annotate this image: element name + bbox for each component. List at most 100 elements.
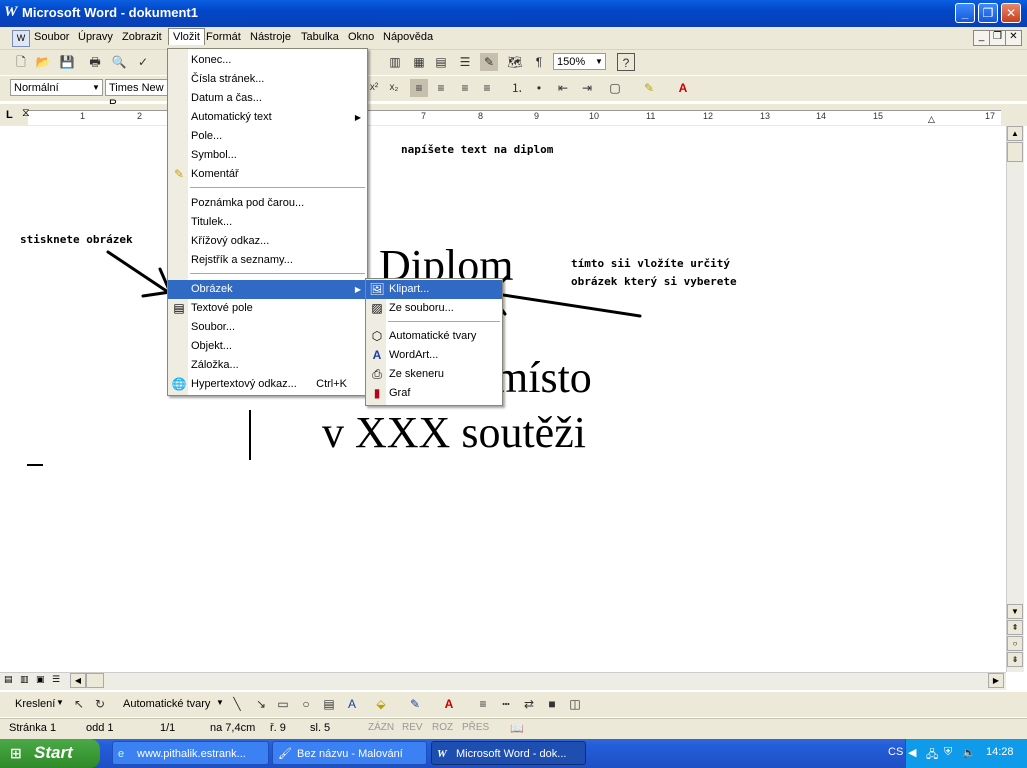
menu-item-from-file[interactable]: ▨ Ze souboru...	[366, 299, 502, 318]
task-paint[interactable]: 🖌 Bez názvu - Malování	[272, 741, 427, 765]
document-icon[interactable]: W	[12, 30, 30, 47]
menu-item-caption[interactable]: Titulek...	[168, 213, 367, 232]
scroll-down-icon[interactable]: ▼	[1007, 604, 1023, 619]
security-icon[interactable]: ⛨	[944, 746, 952, 759]
menu-item-date-time[interactable]: Datum a čas...	[168, 89, 367, 108]
hscroll-thumb[interactable]	[86, 673, 104, 688]
menu-item-scanner[interactable]: ⎙ Ze skeneru	[366, 365, 502, 384]
select-objects-icon[interactable]: ↖	[70, 695, 88, 713]
menu-nastroje[interactable]: Nástroje	[250, 31, 291, 43]
font-color-icon[interactable]: A	[674, 79, 692, 97]
highlight-icon[interactable]: ✎	[640, 79, 658, 97]
tray-collapse-icon[interactable]: ◀	[908, 746, 916, 759]
3d-icon[interactable]: ◫	[566, 695, 584, 713]
rectangle-icon[interactable]: ▭	[274, 695, 292, 713]
browse-object-icon[interactable]: ○	[1007, 636, 1023, 651]
menu-soubor[interactable]: Soubor	[34, 31, 69, 43]
right-indent-marker-icon[interactable]: △	[928, 114, 935, 125]
insert-table-icon[interactable]: ▦	[410, 53, 428, 71]
help-icon[interactable]: ?	[617, 53, 635, 71]
line-icon[interactable]: ╲	[228, 695, 246, 713]
wordart-icon[interactable]: A	[343, 695, 361, 713]
insert-excel-icon[interactable]: ▤	[432, 53, 450, 71]
print-icon[interactable]: 🖶	[86, 53, 104, 71]
style-select[interactable]: Normální ▼	[10, 79, 103, 96]
status-trk[interactable]: REV	[402, 722, 423, 733]
task-word[interactable]: W Microsoft Word - dok...	[431, 741, 586, 765]
increase-indent-icon[interactable]: ⇥	[578, 79, 596, 97]
vertical-scrollbar[interactable]: ▲ ▼ ⇞ ○ ⇟	[1006, 126, 1024, 672]
text-box-icon[interactable]: ▤	[320, 695, 338, 713]
spelling-icon[interactable]: ✓	[134, 53, 152, 71]
menu-napoveda[interactable]: Nápověda	[383, 31, 433, 43]
status-ext[interactable]: ROZ	[432, 722, 453, 733]
menu-item-autoshapes[interactable]: ⬡ Automatické tvary	[366, 327, 502, 346]
show-formatting-icon[interactable]: ¶	[530, 53, 548, 71]
menu-item-file[interactable]: Soubor...	[168, 318, 367, 337]
menu-item-picture[interactable]: Obrázek ▶	[168, 280, 367, 299]
horizontal-scrollbar[interactable]: ▤ ▥ ▣ ☰ ◀ ▶	[0, 672, 1006, 690]
print-layout-icon[interactable]: ▣	[36, 674, 45, 685]
menu-item-footnote[interactable]: Poznámka pod čarou...	[168, 194, 367, 213]
menu-item-index-tables[interactable]: Rejstřík a seznamy...	[168, 251, 367, 270]
outline-view-icon[interactable]: ☰	[52, 674, 60, 685]
clock[interactable]: 14:28	[986, 746, 1014, 758]
menu-item-break[interactable]: Konec...	[168, 51, 367, 70]
draw-menu-button[interactable]: Kreslení	[15, 698, 55, 710]
save-icon[interactable]: 💾	[58, 53, 76, 71]
status-ovr[interactable]: PŘES	[462, 722, 489, 733]
line-style-icon[interactable]: ≡	[474, 695, 492, 713]
language-indicator[interactable]: CS	[888, 746, 903, 758]
scroll-right-icon[interactable]: ▶	[988, 673, 1004, 688]
font-color-icon[interactable]: A	[440, 695, 458, 713]
scroll-up-icon[interactable]: ▲	[1007, 126, 1023, 141]
doc-close-button[interactable]: ✕	[1005, 30, 1022, 46]
menu-item-field[interactable]: Pole...	[168, 127, 367, 146]
horizontal-ruler[interactable]: L ⧖ 1 2 7 8 9 10 11 12 13 14 15 17 △	[0, 104, 1027, 126]
menu-item-object[interactable]: Objekt...	[168, 337, 367, 356]
menu-format[interactable]: Formát	[206, 31, 241, 43]
arrow-style-icon[interactable]: ⇄	[520, 695, 538, 713]
menu-item-cross-reference[interactable]: Křížový odkaz...	[168, 232, 367, 251]
open-folder-icon[interactable]: 📂	[34, 53, 52, 71]
decrease-indent-icon[interactable]: ⇤	[554, 79, 572, 97]
menu-item-autotext[interactable]: Automatický text ▶	[168, 108, 367, 127]
dash-style-icon[interactable]: ┅	[497, 695, 515, 713]
subscript-icon[interactable]: x₂	[385, 79, 403, 97]
doc-restore-button[interactable]: ❐	[989, 30, 1006, 46]
numbered-list-icon[interactable]: ⒈	[508, 79, 526, 97]
menu-tabulka[interactable]: Tabulka	[301, 31, 339, 43]
columns-icon[interactable]: ▥	[386, 53, 404, 71]
menu-item-clipart[interactable]: 🖼 Klipart...	[366, 280, 502, 299]
drawing-icon[interactable]: ✎	[480, 53, 498, 71]
menu-zobrazit[interactable]: Zobrazit	[122, 31, 162, 43]
align-center-icon[interactable]: ≡	[432, 79, 450, 97]
volume-icon[interactable]: 🔈	[962, 746, 976, 759]
status-rec[interactable]: ZÁZN	[368, 722, 394, 733]
network-icon[interactable]: 🖧	[926, 746, 938, 765]
close-button[interactable]: ✕	[1001, 3, 1021, 23]
menu-item-text-box[interactable]: ▤ Textové pole	[168, 299, 367, 318]
indent-marker-icon[interactable]: ⧖	[22, 107, 30, 120]
text-columns-icon[interactable]: ☰	[456, 53, 474, 71]
web-view-icon[interactable]: ▥	[20, 674, 29, 685]
document-area[interactable]: napíšete text na diplom stisknete obráze…	[0, 126, 1006, 672]
task-browser[interactable]: e www.pithalik.estrank...	[112, 741, 269, 765]
menu-item-symbol[interactable]: Symbol...	[168, 146, 367, 165]
next-page-icon[interactable]: ⇟	[1007, 652, 1023, 667]
arrow-icon[interactable]: ↘	[252, 695, 270, 713]
oval-icon[interactable]: ○	[297, 695, 315, 713]
menu-upravy[interactable]: Úpravy	[78, 31, 113, 43]
menu-item-bookmark[interactable]: Záložka...	[168, 356, 367, 375]
minimize-button[interactable]: _	[955, 3, 975, 23]
menu-vlozit[interactable]: Vložit	[168, 28, 205, 45]
doc-minimize-button[interactable]: _	[973, 30, 990, 46]
menu-item-chart[interactable]: ▮ Graf	[366, 384, 502, 403]
autoshapes-button[interactable]: Automatické tvary	[123, 698, 210, 710]
align-left-icon[interactable]: ≡	[410, 79, 428, 97]
shadow-icon[interactable]: ■	[543, 695, 561, 713]
menu-item-wordart[interactable]: A WordArt...	[366, 346, 502, 365]
align-right-icon[interactable]: ≡	[456, 79, 474, 97]
free-rotate-icon[interactable]: ↻	[91, 695, 109, 713]
print-preview-icon[interactable]: 🔍	[110, 53, 128, 71]
